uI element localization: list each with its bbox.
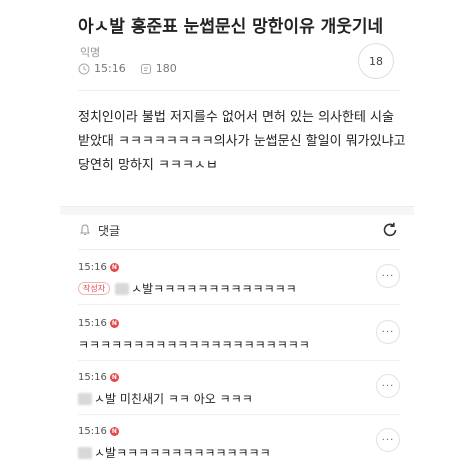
- censor-blur: [78, 446, 92, 459]
- comment-time: 15:16: [78, 372, 107, 383]
- post-author: 익명: [80, 46, 101, 59]
- post-views: 180: [155, 62, 177, 75]
- comments-header: 댓글: [78, 218, 400, 242]
- comment-time: 15:16: [78, 426, 107, 437]
- author-badge: 작성자: [78, 282, 111, 295]
- comment-text: ㅅ발 미친새기 ㅋㅋ 아오 ㅋㅋㅋ: [94, 392, 253, 406]
- comment-body: 작성자 ㅅ발ㅋㅋㅋㅋㅋㅋㅋㅋㅋㅋㅋㅋㅋ: [78, 280, 400, 297]
- post-meta: 15:16 180: [78, 62, 177, 75]
- post-body-line: 정치인이라 불법 저지를수 없어서 면허 있는 의사한테 시술: [78, 110, 394, 125]
- more-icon: ···: [381, 326, 395, 338]
- bell-icon[interactable]: [78, 223, 92, 237]
- post-body-line: 받았대 ㅋㅋㅋㅋㅋㅋㅋㅋ의사가 눈썹문신 할일이 뭐가있냐고: [78, 134, 406, 149]
- section-divider: [60, 206, 414, 215]
- comment-time-row: 15:16 N: [78, 318, 400, 329]
- more-icon: ···: [381, 380, 395, 392]
- comment-item: 15:16 N ㅅ발 미친새기 ㅋㅋ 아오 ㅋㅋㅋ ···: [78, 372, 400, 415]
- divider: [78, 249, 400, 250]
- divider: [78, 90, 400, 91]
- comment-text: ㅅ발ㅋㅋㅋㅋㅋㅋㅋㅋㅋㅋㅋㅋㅋ: [131, 282, 297, 296]
- post-body: 정치인이라 불법 저지를수 없어서 면허 있는 의사한테 시술 받았대 ㅋㅋㅋㅋ…: [78, 106, 408, 178]
- views-icon: [140, 63, 151, 74]
- new-badge: N: [109, 427, 119, 436]
- more-icon: ···: [381, 270, 395, 282]
- divider: [78, 360, 400, 361]
- comment-count-button[interactable]: 18: [358, 43, 394, 79]
- comment-item: 15:16 N 작성자 ㅅ발ㅋㅋㅋㅋㅋㅋㅋㅋㅋㅋㅋㅋㅋ ···: [78, 262, 400, 305]
- comment-text: ㅋㅋㅋㅋㅋㅋㅋㅋㅋㅋㅋㅋㅋㅋㅋㅋㅋㅋㅋㅋㅋ: [78, 338, 310, 352]
- more-button[interactable]: ···: [376, 374, 400, 398]
- censor-blur: [115, 282, 130, 295]
- post-title: 아ㅅ발 홍준표 눈썹문신 망한이유 개웃기네: [78, 17, 384, 37]
- new-badge: N: [109, 263, 119, 272]
- comment-body: ㅋㅋㅋㅋㅋㅋㅋㅋㅋㅋㅋㅋㅋㅋㅋㅋㅋㅋㅋㅋㅋ: [78, 336, 400, 353]
- comment-time-row: 15:16 N: [78, 262, 400, 273]
- censor-blur: [78, 392, 92, 405]
- comment-count: 18: [369, 54, 383, 68]
- more-button[interactable]: ···: [376, 320, 400, 344]
- divider: [78, 304, 400, 305]
- more-button[interactable]: ···: [376, 428, 400, 452]
- refresh-icon[interactable]: [380, 220, 400, 240]
- divider: [78, 414, 400, 415]
- more-button[interactable]: ···: [376, 264, 400, 288]
- comment-item: 15:16 N ㅋㅋㅋㅋㅋㅋㅋㅋㅋㅋㅋㅋㅋㅋㅋㅋㅋㅋㅋㅋㅋ ···: [78, 318, 400, 361]
- comment-time-row: 15:16 N: [78, 426, 400, 437]
- new-badge: N: [109, 319, 119, 328]
- more-icon: ···: [381, 434, 395, 446]
- comment-time: 15:16: [78, 318, 107, 329]
- comment-body: ㅅ발ㅋㅋㅋㅋㅋㅋㅋㅋㅋㅋㅋㅋㅋㅋ: [78, 444, 400, 461]
- clock-icon: [78, 63, 90, 74]
- comment-item: 15:16 N ㅅ발ㅋㅋㅋㅋㅋㅋㅋㅋㅋㅋㅋㅋㅋㅋ ···: [78, 426, 400, 461]
- post-time: 15:16: [94, 62, 126, 75]
- post-body-line: 당연히 망하지 ㅋㅋㅋㅅㅂ: [78, 158, 218, 173]
- comment-body: ㅅ발 미친새기 ㅋㅋ 아오 ㅋㅋㅋ: [78, 390, 400, 407]
- comment-time: 15:16: [78, 262, 107, 273]
- comment-time-row: 15:16 N: [78, 372, 400, 383]
- comment-text: ㅅ발ㅋㅋㅋㅋㅋㅋㅋㅋㅋㅋㅋㅋㅋㅋ: [94, 446, 271, 460]
- comments-label: 댓글: [98, 223, 121, 238]
- new-badge: N: [109, 373, 119, 382]
